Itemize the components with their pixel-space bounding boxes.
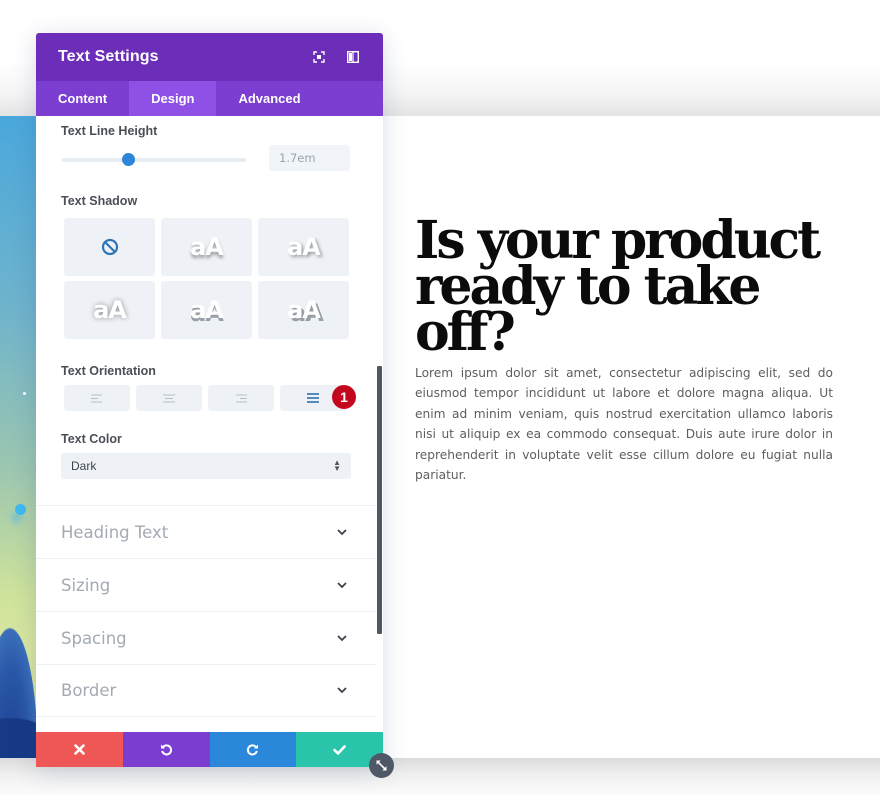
shadow-sample: aA (190, 296, 224, 324)
shadow-option-2[interactable]: aA (258, 218, 349, 276)
align-right-icon (236, 394, 247, 402)
modal-title: Text Settings (58, 48, 159, 65)
chevron-down-icon (336, 526, 348, 538)
text-shadow-options: aA aA aA aA aA (64, 218, 349, 339)
modal-footer (36, 732, 383, 767)
chevron-down-icon (336, 579, 348, 591)
shadow-option-none[interactable] (64, 218, 155, 276)
shadow-option-3[interactable]: aA (64, 281, 155, 339)
text-settings-modal: Text Settings Content Design Advanced Te… (36, 33, 383, 767)
text-shadow-label: Text Shadow (61, 194, 138, 208)
star-decoration (23, 392, 26, 395)
undo-button[interactable] (122, 732, 210, 767)
page-canvas: Is your product ready to take off? Lorem… (0, 0, 880, 795)
chevron-down-icon (336, 632, 348, 644)
text-color-label: Text Color (61, 432, 122, 446)
tab-content[interactable]: Content (36, 81, 129, 116)
section-sizing[interactable]: Sizing (36, 558, 376, 611)
text-color-value: Dark (71, 459, 97, 473)
section-heading-text[interactable]: Heading Text (36, 505, 376, 558)
shadow-sample: aA (190, 233, 224, 261)
check-icon (333, 744, 346, 755)
line-height-label: Text Line Height (61, 124, 158, 138)
none-icon (101, 238, 118, 256)
shadow-option-5[interactable]: aA (258, 281, 349, 339)
line-height-input[interactable] (269, 145, 350, 171)
split-view-icon[interactable] (345, 49, 361, 65)
comet-decoration (15, 504, 26, 515)
page-body-text: Lorem ipsum dolor sit amet, consectetur … (415, 366, 833, 483)
shadow-option-1[interactable]: aA (161, 218, 252, 276)
align-center-button[interactable] (136, 385, 202, 411)
fullscreen-icon[interactable] (311, 49, 327, 65)
redo-icon (247, 744, 259, 756)
tab-advanced[interactable]: Advanced (216, 81, 322, 116)
section-title: Heading Text (61, 522, 169, 542)
modal-scrollbar[interactable] (377, 366, 382, 634)
hero-illustration (0, 116, 36, 758)
text-orientation-options (64, 385, 359, 411)
line-height-slider-thumb[interactable] (122, 153, 136, 166)
chevron-down-icon (336, 685, 348, 697)
align-left-icon (91, 394, 102, 402)
select-arrows-icon: ▲ ▼ (333, 458, 341, 473)
planet-base-decoration (0, 718, 36, 758)
resize-handle[interactable] (369, 753, 394, 778)
shadow-option-4[interactable]: aA (161, 281, 252, 339)
page-headline: Is your product ready to take off? (415, 210, 821, 363)
shadow-sample: aA (287, 296, 321, 324)
shadow-sample: aA (93, 296, 127, 324)
text-orientation-label: Text Orientation (61, 364, 156, 378)
close-icon (74, 744, 85, 755)
align-left-button[interactable] (64, 385, 130, 411)
section-title: Border (61, 681, 117, 700)
shadow-sample: aA (287, 233, 321, 261)
align-right-button[interactable] (208, 385, 274, 411)
section-title: Spacing (61, 628, 127, 648)
line-height-slider[interactable] (62, 153, 246, 166)
tab-bar: Content Design Advanced (36, 81, 383, 116)
undo-icon (160, 744, 172, 756)
align-justify-icon (307, 393, 319, 403)
section-border[interactable]: Border (36, 664, 376, 717)
modal-body: Text Line Height Text Shadow aA aA aA aA… (36, 116, 383, 732)
step-badge: 1 (332, 385, 356, 409)
cancel-button[interactable] (36, 732, 123, 767)
modal-header[interactable]: Text Settings (36, 33, 383, 81)
resize-icon (376, 760, 387, 771)
redo-button[interactable] (209, 732, 297, 767)
text-color-select[interactable]: Dark ▲ ▼ (61, 453, 351, 479)
align-center-icon (163, 394, 175, 402)
section-spacing[interactable]: Spacing (36, 611, 376, 664)
tab-design[interactable]: Design (129, 81, 217, 116)
section-title: Sizing (61, 575, 111, 595)
